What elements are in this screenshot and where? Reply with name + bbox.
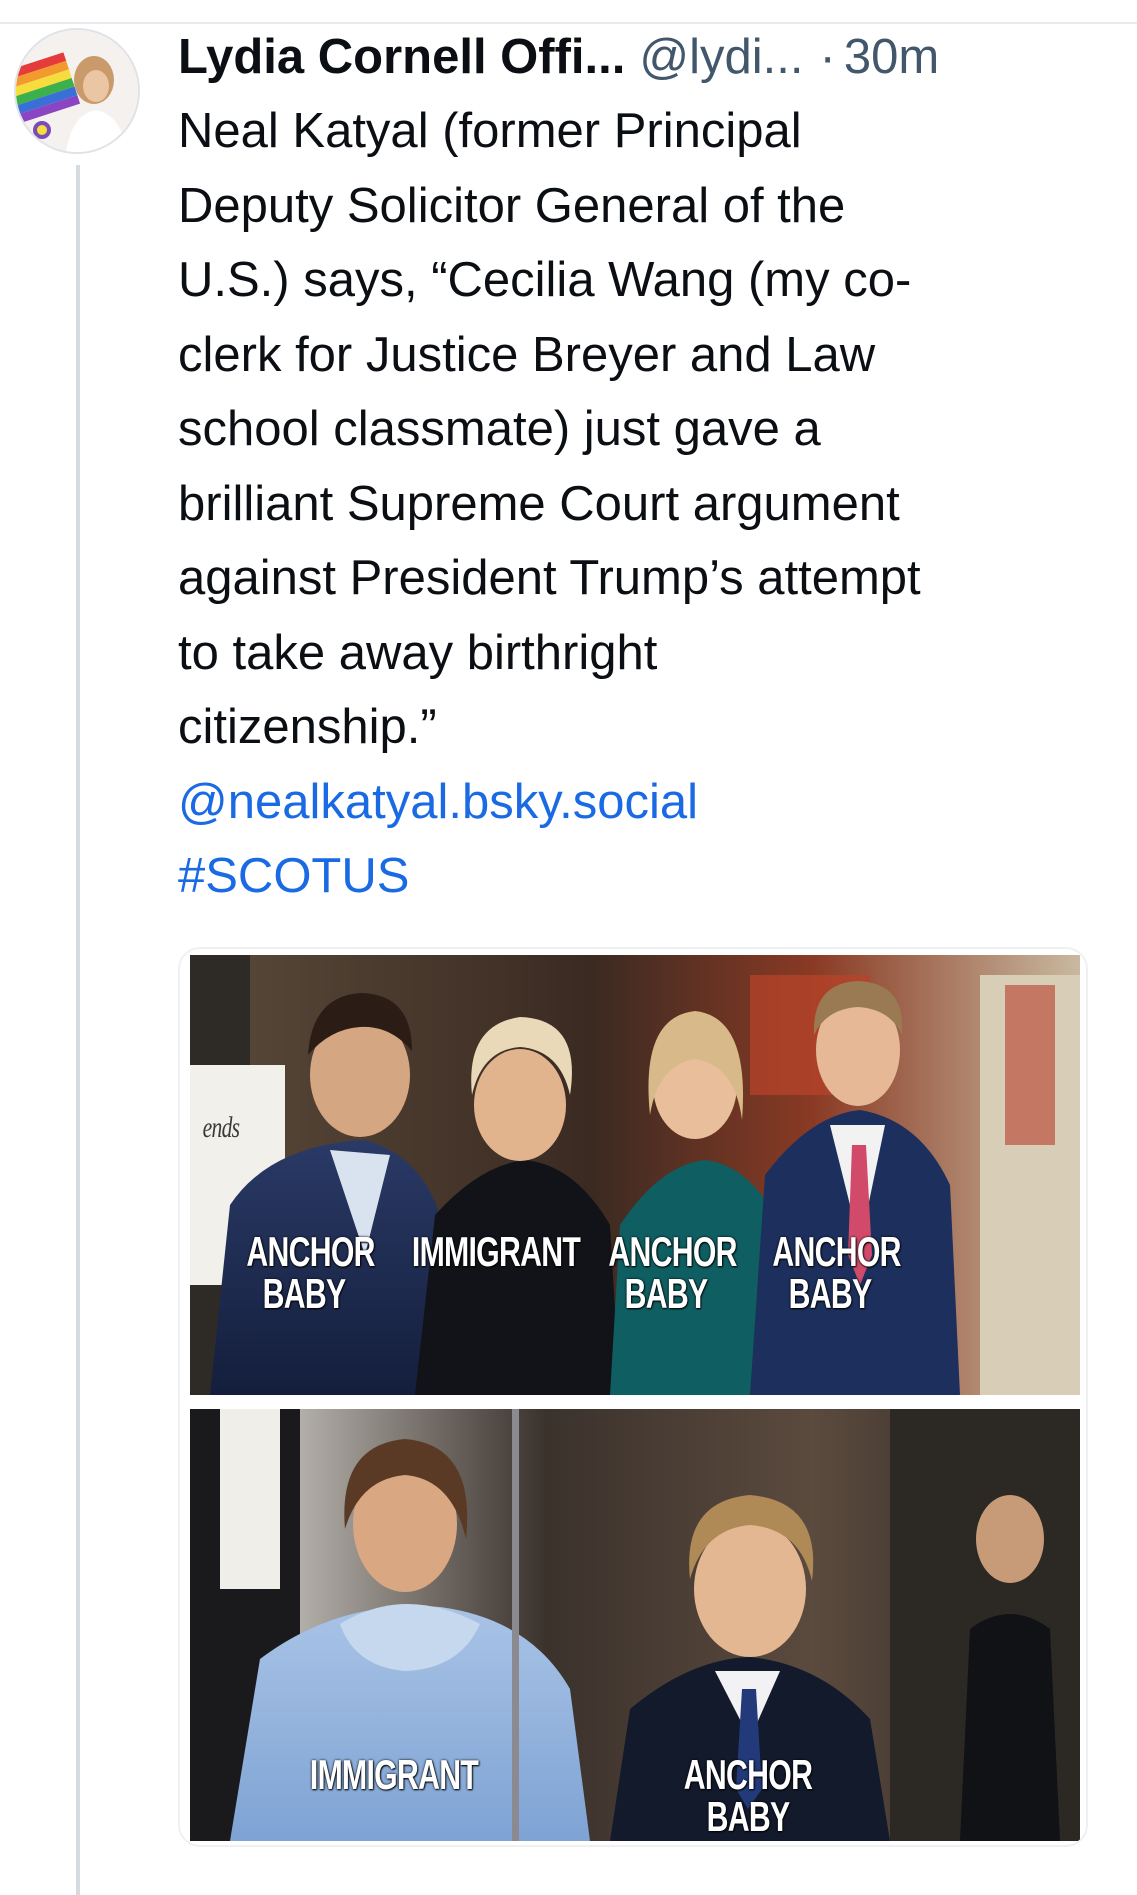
top-sign-text: ends <box>202 1111 240 1144</box>
avatar[interactable] <box>14 28 140 154</box>
top-caption-4: ANCHOR BABY <box>772 1228 901 1317</box>
top-caption-1: ANCHOR BABY <box>246 1228 375 1317</box>
top-caption-3: ANCHOR BABY <box>608 1228 737 1317</box>
thread-line <box>76 165 80 1895</box>
bottom-caption-2: ANCHOR BABY <box>683 1751 813 1840</box>
author-name[interactable]: Lydia Cornell Offi... <box>178 24 625 90</box>
post-timestamp[interactable]: 30m <box>844 24 939 90</box>
post-content: Lydia Cornell Offi... @lydi... · 30m Nea… <box>178 24 1098 914</box>
image-embed[interactable]: ends ANCHOR BABY IMMIGRANT ANCHOR BABY A… <box>178 947 1088 1847</box>
meta-separator: · <box>819 30 836 84</box>
hashtag-link[interactable]: #SCOTUS <box>178 839 1098 914</box>
mention-link[interactable]: @nealkatyal.bsky.social <box>178 765 1098 840</box>
bottom-photo-panel: IMMIGRANT ANCHOR BABY <box>190 1409 1080 1841</box>
top-photo-panel: ends ANCHOR BABY IMMIGRANT ANCHOR BABY A… <box>190 955 1080 1395</box>
top-photo <box>190 955 1080 1395</box>
bottom-caption-1: IMMIGRANT <box>309 1751 479 1798</box>
avatar-image <box>16 30 138 152</box>
post-text: Neal Katyal (former Principal Deputy Sol… <box>178 104 921 754</box>
author-handle[interactable]: @lydi... <box>639 24 803 90</box>
post-header: Lydia Cornell Offi... @lydi... · 30m <box>178 24 1098 90</box>
top-caption-2: IMMIGRANT <box>411 1228 581 1275</box>
